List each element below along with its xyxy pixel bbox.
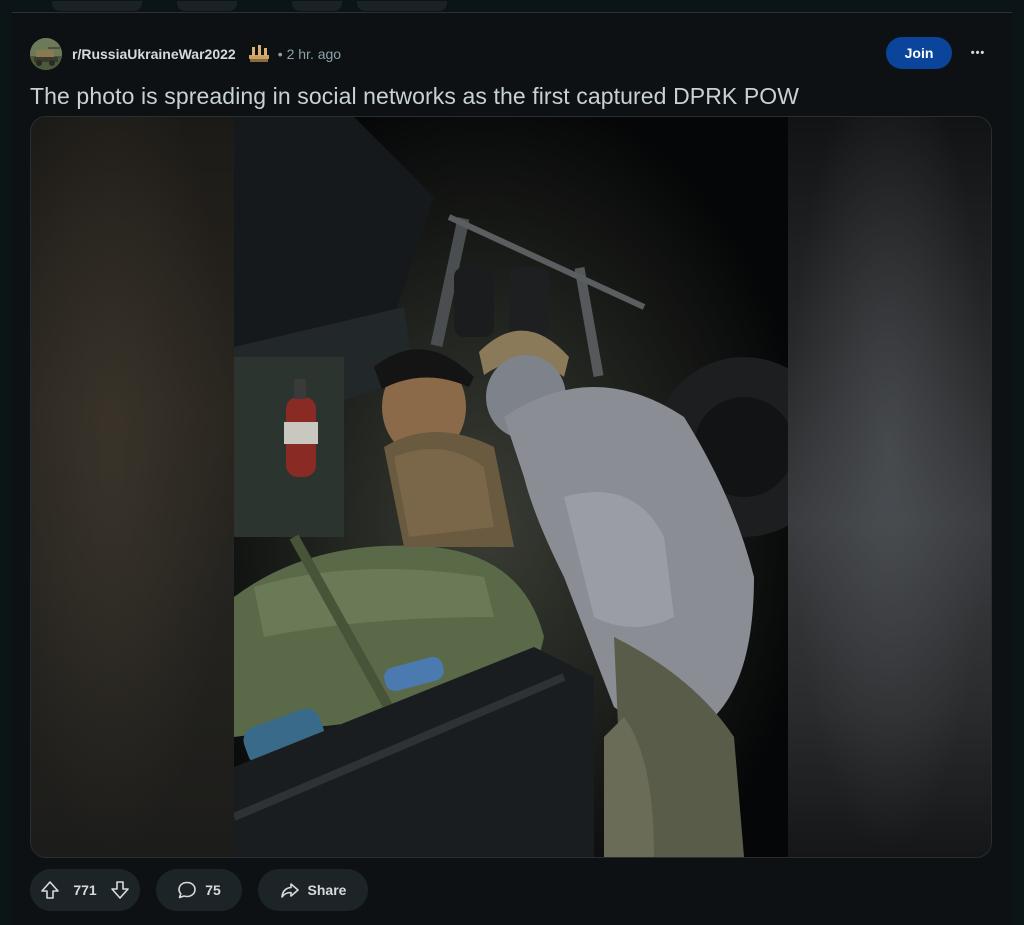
media-blur-backdrop-right: [788, 117, 991, 857]
post-image[interactable]: [234, 117, 788, 857]
post-actions: 771 75 Share: [30, 869, 368, 911]
share-arrow-icon: [280, 880, 300, 900]
arrow-down-icon[interactable]: [110, 880, 130, 900]
more-options-button[interactable]: •••: [962, 37, 994, 69]
comment-count: 75: [205, 882, 221, 898]
tab-stub: [357, 1, 447, 11]
tab-stub: [52, 1, 142, 11]
share-label: Share: [307, 882, 347, 898]
post-card: r/RussiaUkraineWar2022 • 2 hr. ago Join …: [12, 1, 1012, 925]
meta-separator: •: [277, 46, 283, 62]
post-title[interactable]: The photo is spreading in social network…: [30, 83, 799, 110]
upvote-count: 771: [73, 882, 97, 898]
speech-bubble-icon: [177, 880, 197, 900]
subreddit-avatar[interactable]: [30, 38, 62, 70]
post-header: r/RussiaUkraineWar2022 • 2 hr. ago: [30, 37, 341, 71]
subreddit-name[interactable]: r/RussiaUkraineWar2022: [72, 46, 236, 62]
comments-button[interactable]: 75: [156, 869, 242, 911]
tab-stub: [292, 1, 342, 11]
tab-stub: [177, 1, 237, 11]
join-button[interactable]: Join: [886, 37, 952, 69]
post-media[interactable]: [30, 116, 992, 858]
arrow-up-icon[interactable]: [40, 880, 60, 900]
ellipsis-icon: •••: [970, 47, 986, 59]
media-blur-backdrop-left: [31, 117, 234, 857]
vote-control: 771: [30, 869, 140, 911]
flair-icon: [246, 43, 272, 65]
share-button[interactable]: Share: [258, 869, 368, 911]
subreddit-avatar-image: [30, 38, 62, 70]
post-image-content: [234, 117, 788, 857]
post-timestamp: 2 hr. ago: [286, 46, 342, 62]
